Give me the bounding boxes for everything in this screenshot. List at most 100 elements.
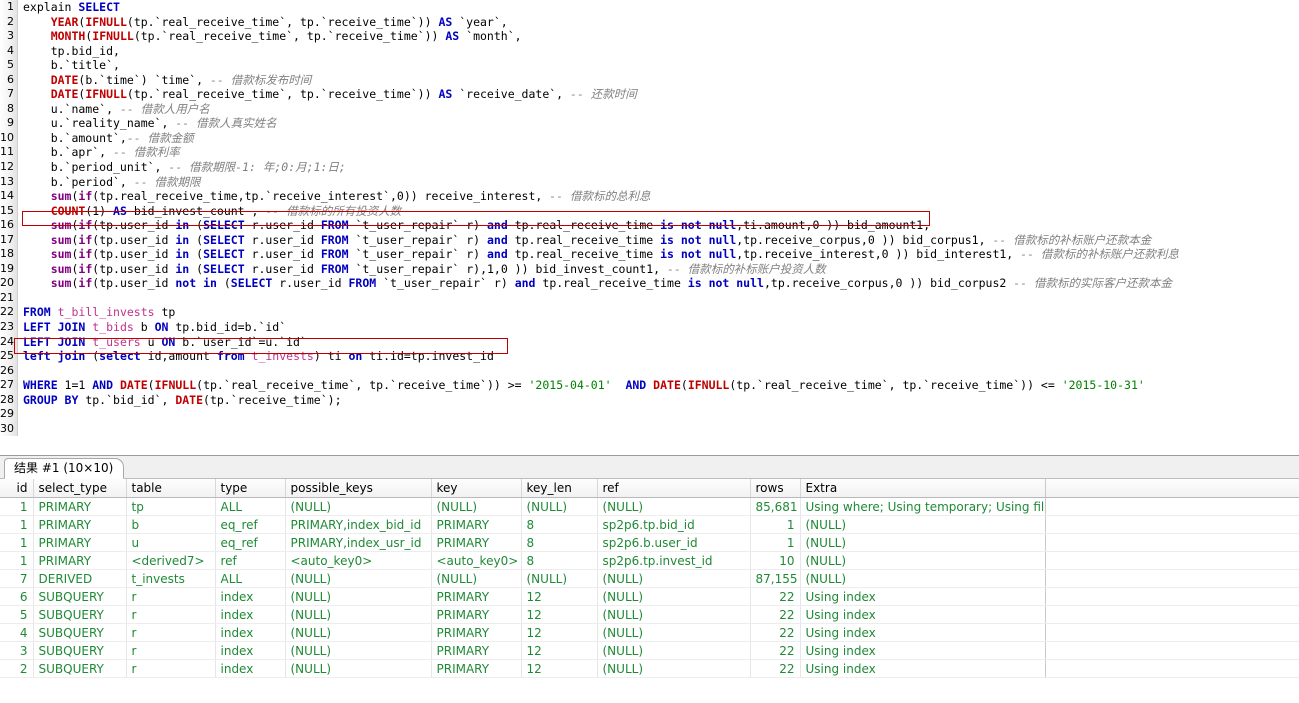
cell-select-type[interactable]: SUBQUERY: [33, 660, 126, 678]
explain-grid-wrapper[interactable]: id select_type table type possible_keys …: [0, 479, 1299, 703]
code-line[interactable]: 8 u.`name`, -- 借款人用户名: [0, 102, 1299, 117]
cell-table[interactable]: r: [126, 642, 215, 660]
code-line[interactable]: 27WHERE 1=1 AND DATE(IFNULL(tp.`real_rec…: [0, 378, 1299, 393]
cell-type[interactable]: eq_ref: [215, 516, 285, 534]
cell-id[interactable]: 1: [0, 498, 33, 516]
col-header-possible-keys[interactable]: possible_keys: [285, 479, 431, 498]
table-row[interactable]: 2SUBQUERYrindex(NULL)PRIMARY12(NULL)22Us…: [0, 660, 1299, 678]
cell-table[interactable]: r: [126, 588, 215, 606]
col-header-key[interactable]: key: [431, 479, 521, 498]
table-row[interactable]: 1PRIMARYtpALL(NULL)(NULL)(NULL)(NULL)85,…: [0, 498, 1299, 516]
col-header-table[interactable]: table: [126, 479, 215, 498]
cell-key[interactable]: PRIMARY: [431, 534, 521, 552]
code-line[interactable]: 3 MONTH(IFNULL(tp.`real_receive_time`, t…: [0, 29, 1299, 44]
table-row[interactable]: 1PRIMARYbeq_refPRIMARY,index_bid_idPRIMA…: [0, 516, 1299, 534]
code-line[interactable]: 15 COUNT(1) AS bid_invest_count , -- 借款标…: [0, 204, 1299, 219]
cell-ref[interactable]: sp2p6.tp.invest_id: [597, 552, 750, 570]
cell-select-type[interactable]: SUBQUERY: [33, 642, 126, 660]
cell-table[interactable]: b: [126, 516, 215, 534]
cell-possible-keys[interactable]: (NULL): [285, 588, 431, 606]
cell-key-len[interactable]: 12: [521, 606, 597, 624]
cell-key[interactable]: PRIMARY: [431, 588, 521, 606]
code-line[interactable]: 17 sum(if(tp.user_id in (SELECT r.user_i…: [0, 233, 1299, 248]
code-line[interactable]: 13 b.`period`, -- 借款期限: [0, 175, 1299, 190]
cell-key[interactable]: PRIMARY: [431, 642, 521, 660]
cell-id[interactable]: 7: [0, 570, 33, 588]
cell-type[interactable]: index: [215, 624, 285, 642]
code-line[interactable]: 9 u.`reality_name`, -- 借款人真实姓名: [0, 116, 1299, 131]
cell-rows[interactable]: 22: [750, 588, 800, 606]
cell-extra[interactable]: Using index: [800, 588, 1045, 606]
cell-key-len[interactable]: 12: [521, 588, 597, 606]
cell-table[interactable]: t_invests: [126, 570, 215, 588]
cell-id[interactable]: 1: [0, 552, 33, 570]
cell-select-type[interactable]: PRIMARY: [33, 534, 126, 552]
code-line[interactable]: 26: [0, 364, 1299, 379]
cell-key[interactable]: PRIMARY: [431, 660, 521, 678]
cell-key-len[interactable]: (NULL): [521, 498, 597, 516]
cell-key-len[interactable]: 8: [521, 534, 597, 552]
code-line[interactable]: 6 DATE(b.`time`) `time`, -- 借款标发布时间: [0, 73, 1299, 88]
cell-ref[interactable]: (NULL): [597, 588, 750, 606]
cell-extra[interactable]: Using index: [800, 660, 1045, 678]
table-row[interactable]: 1PRIMARYueq_refPRIMARY,index_usr_idPRIMA…: [0, 534, 1299, 552]
code-line[interactable]: 5 b.`title`,: [0, 58, 1299, 73]
col-header-type[interactable]: type: [215, 479, 285, 498]
code-line[interactable]: 23LEFT JOIN t_bids b ON tp.bid_id=b.`id`: [0, 320, 1299, 335]
cell-id[interactable]: 1: [0, 534, 33, 552]
cell-rows[interactable]: 22: [750, 660, 800, 678]
col-header-id[interactable]: id: [0, 479, 33, 498]
cell-key[interactable]: PRIMARY: [431, 516, 521, 534]
cell-select-type[interactable]: PRIMARY: [33, 516, 126, 534]
code-line[interactable]: 14 sum(if(tp.real_receive_time,tp.`recei…: [0, 189, 1299, 204]
cell-extra[interactable]: (NULL): [800, 534, 1045, 552]
cell-ref[interactable]: (NULL): [597, 660, 750, 678]
cell-key-len[interactable]: 12: [521, 660, 597, 678]
cell-possible-keys[interactable]: <auto_key0>: [285, 552, 431, 570]
cell-possible-keys[interactable]: (NULL): [285, 660, 431, 678]
code-line[interactable]: 30: [0, 422, 1299, 437]
cell-type[interactable]: ALL: [215, 570, 285, 588]
cell-possible-keys[interactable]: (NULL): [285, 606, 431, 624]
code-line[interactable]: 21: [0, 291, 1299, 306]
cell-key-len[interactable]: 8: [521, 516, 597, 534]
cell-select-type[interactable]: DERIVED: [33, 570, 126, 588]
col-header-ref[interactable]: ref: [597, 479, 750, 498]
code-line[interactable]: 16 sum(if(tp.user_id in (SELECT r.user_i…: [0, 218, 1299, 233]
cell-key[interactable]: <auto_key0>: [431, 552, 521, 570]
cell-type[interactable]: ALL: [215, 498, 285, 516]
cell-rows[interactable]: 22: [750, 606, 800, 624]
cell-rows[interactable]: 87,155: [750, 570, 800, 588]
cell-possible-keys[interactable]: (NULL): [285, 642, 431, 660]
code-line[interactable]: 1explain SELECT: [0, 0, 1299, 15]
cell-extra[interactable]: (NULL): [800, 570, 1045, 588]
cell-possible-keys[interactable]: PRIMARY,index_usr_id: [285, 534, 431, 552]
sql-editor-pane[interactable]: 1explain SELECT2 YEAR(IFNULL(tp.`real_re…: [0, 0, 1299, 456]
code-line[interactable]: 22FROM t_bill_invests tp: [0, 305, 1299, 320]
cell-type[interactable]: index: [215, 660, 285, 678]
table-row[interactable]: 6SUBQUERYrindex(NULL)PRIMARY12(NULL)22Us…: [0, 588, 1299, 606]
cell-id[interactable]: 4: [0, 624, 33, 642]
cell-table[interactable]: <derived7>: [126, 552, 215, 570]
code-line[interactable]: 24LEFT JOIN t_users u ON b.`user_id`=u.`…: [0, 335, 1299, 350]
cell-select-type[interactable]: SUBQUERY: [33, 588, 126, 606]
cell-possible-keys[interactable]: PRIMARY,index_bid_id: [285, 516, 431, 534]
cell-key[interactable]: PRIMARY: [431, 606, 521, 624]
cell-extra[interactable]: (NULL): [800, 552, 1045, 570]
cell-table[interactable]: r: [126, 624, 215, 642]
cell-ref[interactable]: sp2p6.tp.bid_id: [597, 516, 750, 534]
cell-id[interactable]: 2: [0, 660, 33, 678]
cell-id[interactable]: 6: [0, 588, 33, 606]
cell-type[interactable]: index: [215, 642, 285, 660]
cell-ref[interactable]: sp2p6.b.user_id: [597, 534, 750, 552]
code-line[interactable]: 20 sum(if(tp.user_id not in (SELECT r.us…: [0, 276, 1299, 291]
code-line[interactable]: 29: [0, 407, 1299, 422]
cell-possible-keys[interactable]: (NULL): [285, 498, 431, 516]
cell-select-type[interactable]: SUBQUERY: [33, 624, 126, 642]
code-line[interactable]: 7 DATE(IFNULL(tp.`real_receive_time`, tp…: [0, 87, 1299, 102]
cell-select-type[interactable]: PRIMARY: [33, 498, 126, 516]
cell-ref[interactable]: (NULL): [597, 642, 750, 660]
cell-type[interactable]: index: [215, 606, 285, 624]
cell-table[interactable]: tp: [126, 498, 215, 516]
col-header-rows[interactable]: rows: [750, 479, 800, 498]
